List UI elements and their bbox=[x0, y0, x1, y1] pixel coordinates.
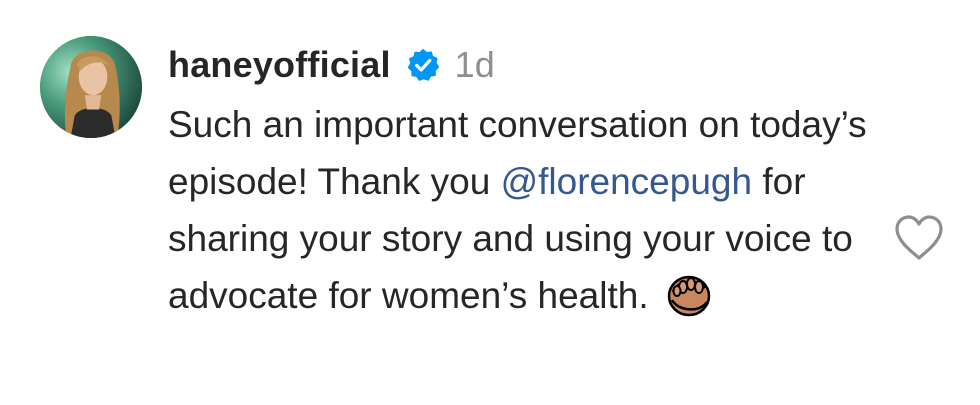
heart-outline-icon bbox=[895, 215, 943, 260]
avatar[interactable] bbox=[40, 36, 142, 138]
verified-badge-icon bbox=[405, 47, 441, 83]
timestamp-link[interactable]: 1d bbox=[455, 44, 495, 86]
comment-header: haneyofficial 1d bbox=[168, 40, 868, 90]
mention-link[interactable]: @florencepugh bbox=[501, 161, 753, 202]
comment-body: haneyofficial 1d Such an important conve… bbox=[168, 40, 868, 324]
comment-item: haneyofficial 1d Such an important conve… bbox=[0, 0, 980, 405]
username-link[interactable]: haneyofficial bbox=[168, 44, 391, 86]
profile-photo-icon bbox=[40, 36, 142, 138]
comment-text: Such an important conversation on today’… bbox=[168, 96, 868, 324]
like-button[interactable] bbox=[893, 214, 945, 262]
clapping-hands-emoji-icon bbox=[663, 270, 715, 318]
